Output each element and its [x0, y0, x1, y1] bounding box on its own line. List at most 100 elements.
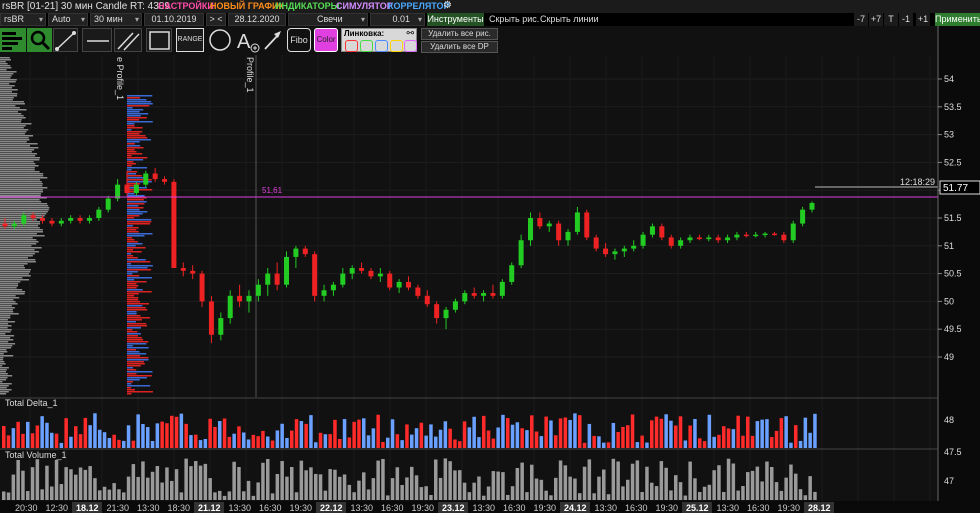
shift-minus-1-button[interactable]: -1 — [899, 13, 913, 26]
ellipse-tool-button[interactable] — [207, 28, 233, 52]
delta-bar — [678, 416, 683, 448]
volume-bar — [93, 478, 97, 500]
profile-bar — [0, 125, 26, 127]
delta-bar — [357, 419, 361, 448]
profile-bar-2 — [127, 183, 141, 185]
shift-minus-7-button[interactable]: -7 — [854, 13, 868, 26]
nav-button[interactable]: > < — [206, 13, 226, 26]
step-select[interactable]: 0.01 — [370, 13, 425, 26]
delta-bar — [544, 416, 548, 448]
delta-bar — [318, 432, 323, 448]
link-yellow-button[interactable] — [390, 40, 403, 52]
volume-bar — [270, 493, 275, 500]
timeframe-select[interactable]: 30 мин — [90, 13, 142, 26]
candle-body — [293, 248, 299, 257]
channel-tool-button[interactable] — [114, 28, 142, 52]
delta-bar — [669, 420, 673, 448]
hide-drawings-link[interactable]: Скрыть рис. — [489, 14, 539, 24]
volume-bar — [102, 486, 107, 500]
menu-settings[interactable]: НАСТРОЙКИ — [158, 1, 214, 11]
arrow-tool-button[interactable] — [262, 28, 284, 52]
shift-plus-1-button[interactable]: +1 — [916, 13, 930, 26]
delta-bar — [136, 414, 140, 448]
volume-bar — [333, 469, 337, 500]
price-axis[interactable] — [938, 26, 980, 501]
profile-bar-2 — [127, 389, 136, 391]
profile-bar — [0, 259, 36, 261]
profile-bar-2 — [127, 383, 132, 385]
menu-new-chart[interactable]: НОВЫЙ ГРАФИК — [210, 1, 284, 11]
profile-bar-2 — [127, 391, 153, 393]
menu-indicators[interactable]: ИНДИКАТОРЫ — [275, 1, 339, 11]
link-red-button[interactable] — [345, 40, 358, 52]
volume-bar — [342, 474, 347, 500]
shift-plus-7-button[interactable]: +7 — [869, 13, 883, 26]
volume-bar — [544, 490, 548, 500]
profile-bar — [0, 389, 12, 391]
symbol-select[interactable]: rsBR — [0, 13, 46, 26]
menu-simulator[interactable]: СИМУЛЯТОР — [336, 1, 393, 11]
volume-bar — [266, 459, 270, 500]
candle-body — [162, 179, 168, 182]
rectangle-tool-button[interactable] — [146, 28, 172, 52]
delta-bar — [414, 428, 419, 448]
text-tool-button[interactable]: A — [235, 28, 261, 53]
candle-body — [359, 268, 365, 271]
candle-body — [706, 237, 712, 240]
chart-type-select[interactable]: Свечи — [288, 13, 368, 26]
profile-bar — [0, 307, 15, 309]
volume-bar — [155, 466, 160, 500]
volume-bar — [304, 470, 308, 500]
link-purple-button[interactable] — [404, 40, 417, 52]
delta-bar — [717, 434, 721, 448]
profile-bar — [0, 85, 15, 87]
ray-tool-button[interactable] — [53, 28, 78, 52]
apply-button[interactable]: Применить — [935, 13, 980, 26]
profile-bar — [0, 339, 14, 341]
price-chart[interactable]: e Profile_1 Profile_1 51,61 12:18:29 Tot… — [0, 26, 980, 513]
profile-bar — [0, 179, 41, 181]
profile-bar-2 — [127, 281, 147, 283]
scale-mode-select[interactable]: Auto — [48, 13, 88, 26]
range-tool-button[interactable]: RANGE — [176, 28, 204, 52]
time-axis-labels: 20:30 12:30 18.12 21:30 13:30 18:30 21.12 13:30… — [15, 502, 834, 513]
volume-bar — [448, 461, 452, 500]
step-value: 0.01 — [392, 14, 410, 24]
zoom-tool-button[interactable] — [27, 28, 52, 52]
profile-bar-2 — [127, 323, 147, 325]
delete-drawings-button[interactable]: Удалить все рис. — [421, 28, 498, 40]
volume-bar — [635, 460, 640, 500]
profile-bar — [0, 175, 44, 177]
delete-dp-button[interactable]: Удалить все DP — [421, 41, 498, 53]
candle-body — [40, 218, 46, 221]
date-from-input[interactable]: 01.10.2019 — [144, 13, 204, 26]
time-tick-label: 19:30 — [290, 503, 313, 513]
price-tick-label: 50.5 — [944, 269, 962, 279]
delta-bar — [290, 430, 294, 448]
date-to-input[interactable]: 28.12.2020 — [228, 13, 286, 26]
link-blue-button[interactable] — [375, 40, 388, 52]
profile-bar-2 — [127, 133, 140, 135]
panel-tick-label: 48 — [944, 415, 954, 425]
delta-panel-title: Total Delta_1 — [5, 398, 58, 408]
candle-body — [396, 281, 402, 288]
hide-lines-link[interactable]: Скрыть линии — [540, 14, 599, 24]
settings-gear-icon[interactable]: ⚙ — [443, 0, 452, 11]
ray-line-icon — [55, 31, 76, 51]
fibo-tool-button[interactable]: Fibo — [287, 28, 311, 52]
menu-correlator[interactable]: КОРРЕЛЯТОР — [388, 1, 450, 11]
profile-tool-button[interactable] — [0, 28, 26, 52]
profile-bar — [0, 167, 35, 169]
today-button[interactable]: T — [884, 13, 898, 26]
color-picker-button[interactable]: Color — [314, 28, 338, 52]
candle-body — [415, 287, 421, 296]
horizontal-line-button[interactable] — [82, 28, 112, 52]
instruments-button[interactable]: Инструменты — [427, 13, 484, 26]
time-tick-label: 13:30 — [717, 503, 740, 513]
delta-bar — [208, 418, 212, 448]
profile-bar-2 — [127, 243, 143, 245]
link-green-button[interactable] — [360, 40, 373, 52]
candle-body — [715, 237, 721, 241]
profile-bar — [0, 93, 18, 95]
profile-bar — [0, 207, 50, 209]
